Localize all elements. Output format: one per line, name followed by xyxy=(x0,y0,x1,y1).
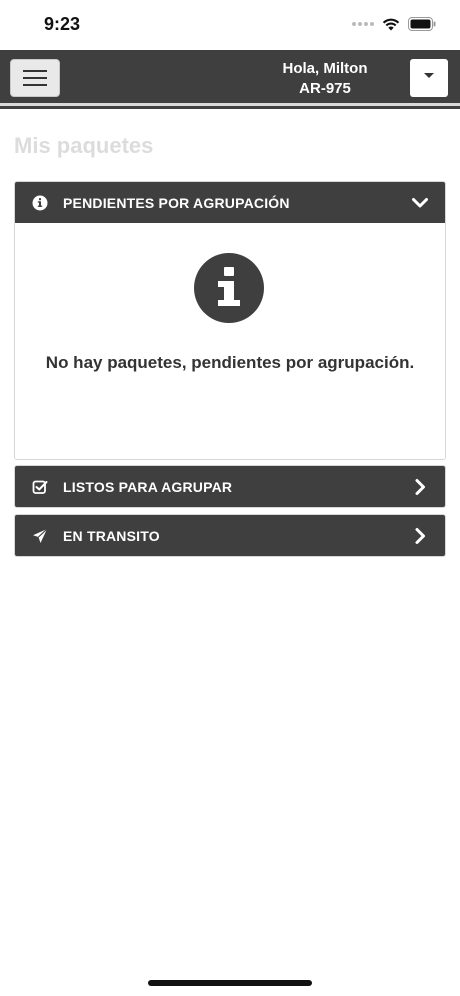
check-square-icon xyxy=(31,478,49,496)
home-indicator[interactable] xyxy=(148,980,312,986)
chevron-right-icon xyxy=(415,528,425,544)
hamburger-icon xyxy=(23,70,47,72)
status-time: 9:23 xyxy=(44,14,81,34)
panel-transito-label: EN TRANSITO xyxy=(63,527,160,544)
signal-icon xyxy=(352,22,374,26)
panel-pendientes-label: PENDIENTES POR AGRUPACIÓN xyxy=(63,194,290,211)
user-greeting: Hola, Milton AR-975 xyxy=(240,59,410,99)
panel-pendientes-header[interactable]: PENDIENTES POR AGRUPACIÓN xyxy=(15,182,445,223)
panel-listos-header[interactable]: LISTOS PARA AGRUPAR xyxy=(15,466,445,507)
top-navbar: Hola, Milton AR-975 xyxy=(0,50,460,106)
navbar-divider xyxy=(0,106,460,109)
paper-plane-icon xyxy=(31,527,49,545)
status-bar: 9:23 xyxy=(0,0,460,50)
menu-button[interactable] xyxy=(10,59,60,97)
greeting-account: AR-975 xyxy=(299,80,351,97)
chevron-right-icon xyxy=(415,479,425,495)
wifi-icon xyxy=(382,18,400,31)
panel-listos-label: LISTOS PARA AGRUPAR xyxy=(63,478,233,495)
panel-transito-header[interactable]: EN TRANSITO xyxy=(15,515,445,556)
page-title: Mis paquetes xyxy=(14,133,154,158)
battery-icon xyxy=(408,17,436,31)
panel-listos: LISTOS PARA AGRUPAR xyxy=(14,465,446,508)
panel-pendientes-body: No hay paquetes, pendientes por agrupaci… xyxy=(15,223,445,459)
info-large-icon xyxy=(194,253,264,323)
panel-transito: EN TRANSITO xyxy=(14,514,446,557)
user-dropdown-button[interactable] xyxy=(410,59,448,97)
panel-pendientes: PENDIENTES POR AGRUPACIÓN No hay paquete… xyxy=(14,181,446,460)
chevron-down-icon xyxy=(412,198,428,208)
caret-down-icon xyxy=(424,73,434,78)
status-icons xyxy=(352,16,436,32)
info-circle-icon xyxy=(31,194,49,212)
greeting-name: Hola, Milton xyxy=(282,60,368,77)
empty-state-message: No hay paquetes, pendientes por agrupaci… xyxy=(45,353,415,372)
